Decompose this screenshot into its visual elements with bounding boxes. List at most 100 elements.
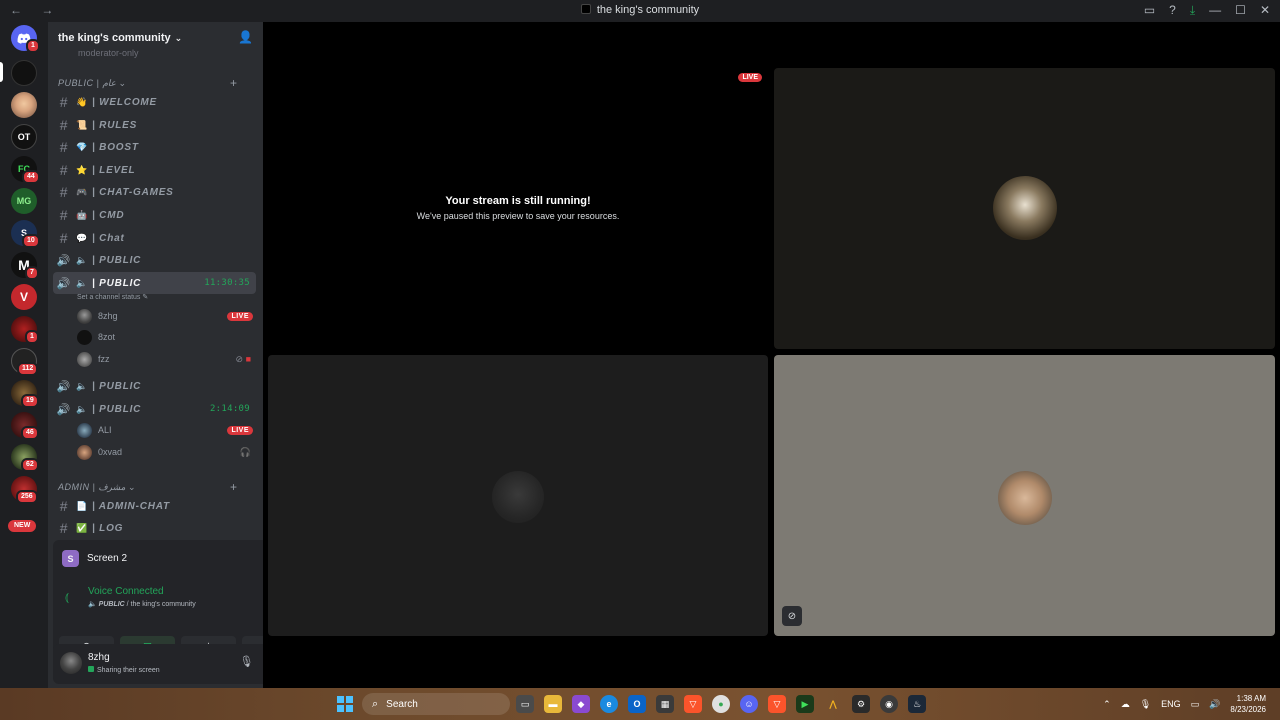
file-explorer-icon[interactable]: ▬ [544,695,562,713]
minimize-icon[interactable]: — [1209,3,1221,18]
voice-channel-public-3[interactable]: 🔊 🔈 | PUBLIC [53,375,256,397]
server-icon-5[interactable]: MG [11,188,37,214]
voice-channel-public-4[interactable]: 🔊 🔈 | PUBLIC 2:14:09 [53,398,256,420]
channel-log[interactable]: # ✅ | LOG [53,517,256,539]
store-icon[interactable]: ▦ [656,695,674,713]
server-rail: 1 OT FC 44 MG S 10 M 7 V 1 112 19 46 62 … [0,22,48,688]
network-icon[interactable]: ▭ [1191,699,1200,710]
m365-icon[interactable]: ◆ [572,695,590,713]
search-box[interactable]: ⌕ Search [362,693,510,715]
app-icon[interactable]: ⋀ [824,695,842,713]
speaker-icon: 🔊 [56,277,72,290]
channel-label: | LOG [92,522,124,534]
mute-deafen-icon: ⊘ ■ [235,353,252,364]
create-channel-icon[interactable]: + [230,480,238,494]
clock[interactable]: 1:38 AM 8/23/2026 [1230,693,1266,715]
microphone-tray-icon[interactable]: 🎙 [1140,699,1151,710]
volume-icon[interactable]: 🔊 [1209,699,1220,710]
language-indicator[interactable]: ENG [1161,699,1181,709]
channel-label: | PUBLIC [92,254,142,266]
avatar [77,351,92,367]
scrolled-channel[interactable]: moderator-only [78,48,139,58]
brave-icon-2[interactable]: ▽ [768,695,786,713]
speaker-icon: 🔊 [56,254,72,267]
voice-timer: 11:30:35 [204,278,250,288]
screen-share-item[interactable]: S Screen 2 [62,550,127,567]
channel-rules[interactable]: # 📜 | RULES [53,114,256,136]
hash-icon: # [59,162,69,178]
close-icon[interactable]: ✕ [1260,3,1270,18]
server-icon-3[interactable]: OT [11,124,37,150]
voice-user-8zhg[interactable]: 8zhg LIVE [77,306,255,326]
add-user-icon[interactable]: 👤 [238,30,253,44]
participant-tile-4[interactable]: ⊘ [774,355,1275,636]
channel-welcome[interactable]: # 👋 | WELCOME [53,91,256,113]
outlook-icon[interactable]: O [628,695,646,713]
channel-emoji: 💎 [75,141,88,152]
channel-admin-chat[interactable]: # 📄 | ADMIN-CHAT [53,495,256,517]
stream-tile-self[interactable]: Your stream is still running! We've paus… [268,68,768,349]
channel-level[interactable]: # ⭐ | LEVEL [53,159,256,181]
microphone-icon[interactable]: 🎙 [239,655,253,668]
user-status-text: Sharing their screen [97,667,160,674]
server-badge-6: 10 [22,234,40,248]
category-public-label: PUBLIC | عام [58,78,117,88]
avatar [77,444,92,460]
server-icon-1[interactable] [11,60,37,86]
settings-icon[interactable]: ⚙ [852,695,870,713]
onedrive-icon[interactable]: ☁ [1121,699,1130,710]
voice-channel-public-1[interactable]: 🔊 🔈 | PUBLIC [53,249,256,271]
user-name: 0xvad [98,447,123,457]
task-view-icon[interactable]: ▭ [516,695,534,713]
video-stage: Your stream is still running! We've paus… [263,22,1280,688]
obs-icon[interactable]: ◉ [880,695,898,713]
channel-emoji: ✅ [75,522,88,533]
voice-user-ali[interactable]: ALI LIVE [77,420,255,440]
channel-label: | PUBLIC [92,380,142,392]
channel-emoji: 📄 [75,500,88,511]
title-bar: ← → the king's community ▭ ? ⤓ — ☐ ✕ [0,0,1280,22]
edge-icon[interactable]: e [600,695,618,713]
channel-chat-games[interactable]: # 🎮 | CHAT-GAMES [53,181,256,203]
signal-icon[interactable]: ⦅ [65,590,69,605]
participant-tile-3[interactable] [268,355,768,636]
channel-cmd[interactable]: # 🤖 | CMD [53,204,256,226]
chrome-icon[interactable]: ● [712,695,730,713]
avatar[interactable] [60,652,82,674]
inbox-icon[interactable]: ▭ [1144,3,1155,18]
voice-connected-label[interactable]: Voice Connected [88,586,164,597]
channel-emoji: 👋 [75,96,88,107]
voice-user-0xvad[interactable]: 0xvad 🎧 [77,442,255,462]
category-admin[interactable]: ADMIN | مشرف ⌄ + [58,480,237,494]
channel-chat[interactable]: # 💬 | Chat [53,227,256,249]
avatar [77,329,92,345]
voice-channel-public-2[interactable]: 🔊 🔈 | PUBLIC 11:30:35 [53,272,256,294]
user-name[interactable]: 8zhg [88,652,110,663]
create-channel-icon[interactable]: + [230,76,238,90]
speaker-icon: 🔊 [56,380,72,393]
download-icon[interactable]: ⤓ [1190,3,1195,18]
channel-boost[interactable]: # 💎 | BOOST [53,136,256,158]
server-badge-13: 62 [21,458,39,472]
participant-avatar [998,471,1052,525]
brave-icon[interactable]: ▽ [684,695,702,713]
server-icon-8[interactable]: V [11,284,37,310]
server-icon-2[interactable] [11,92,37,118]
discord-icon[interactable]: ☺ [740,695,758,713]
status-dot [88,666,94,672]
chevron-up-icon[interactable]: ⌃ [1103,699,1111,710]
steam-icon[interactable]: ♨ [908,695,926,713]
terminal-icon[interactable]: ▶ [796,695,814,713]
participant-avatar [492,471,544,523]
voice-user-fzz[interactable]: fzz ⊘ ■ [77,349,255,369]
live-badge: LIVE [738,73,762,82]
windows-start-icon[interactable] [337,696,353,712]
voice-user-8zot[interactable]: 8zot [77,327,255,347]
new-badge[interactable]: NEW [6,518,39,534]
category-public[interactable]: PUBLIC | عام ⌄ + [58,76,237,90]
help-icon[interactable]: ? [1169,3,1176,18]
participant-tile-2[interactable] [774,68,1275,349]
channel-status-prompt[interactable]: Set a channel status ✎ [77,293,148,301]
search-label: Search [386,698,418,710]
maximize-icon[interactable]: ☐ [1235,3,1246,18]
